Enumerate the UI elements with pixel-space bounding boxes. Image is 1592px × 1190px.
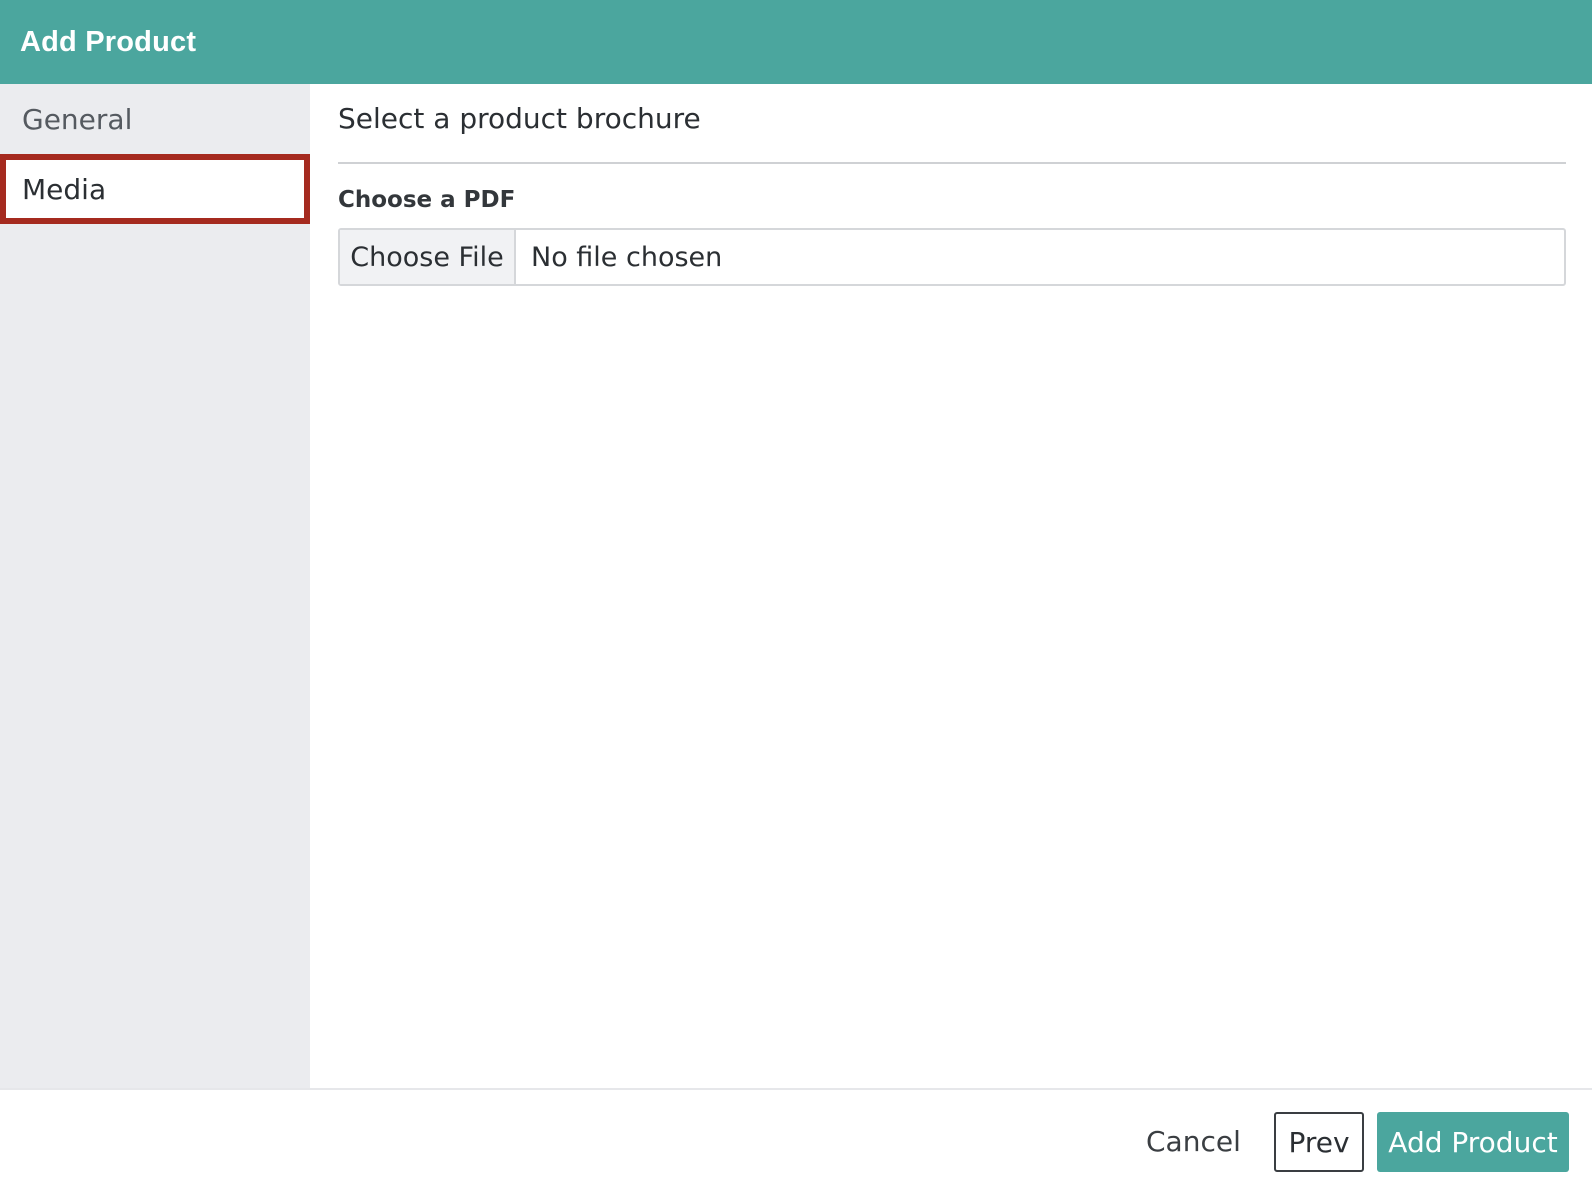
dialog-header: Add Product xyxy=(0,0,1592,84)
sidebar-item-media[interactable]: Media xyxy=(0,154,310,224)
sidebar-item-label: Media xyxy=(22,172,107,206)
add-product-dialog: Add Product General Media Select a produ… xyxy=(0,0,1592,1190)
add-product-button[interactable]: Add Product xyxy=(1377,1112,1569,1172)
pdf-file-input[interactable]: Choose File No file chosen xyxy=(338,228,1566,286)
pdf-field-label: Choose a PDF xyxy=(338,187,516,213)
sidebar-nav: General Media xyxy=(0,84,310,1088)
prev-button[interactable]: Prev xyxy=(1274,1112,1364,1172)
main-panel: Select a product brochure Choose a PDF C… xyxy=(310,84,1592,1088)
file-status-text: No file chosen xyxy=(531,241,723,273)
dialog-footer: Cancel Prev Add Product xyxy=(0,1088,1592,1190)
choose-file-button[interactable]: Choose File xyxy=(340,230,516,284)
cancel-button[interactable]: Cancel xyxy=(1146,1112,1241,1170)
sidebar-item-label: General xyxy=(22,102,133,136)
dialog-title: Add Product xyxy=(20,25,197,58)
section-divider xyxy=(338,162,1566,164)
section-title: Select a product brochure xyxy=(338,102,701,135)
sidebar-item-general[interactable]: General xyxy=(0,84,310,154)
